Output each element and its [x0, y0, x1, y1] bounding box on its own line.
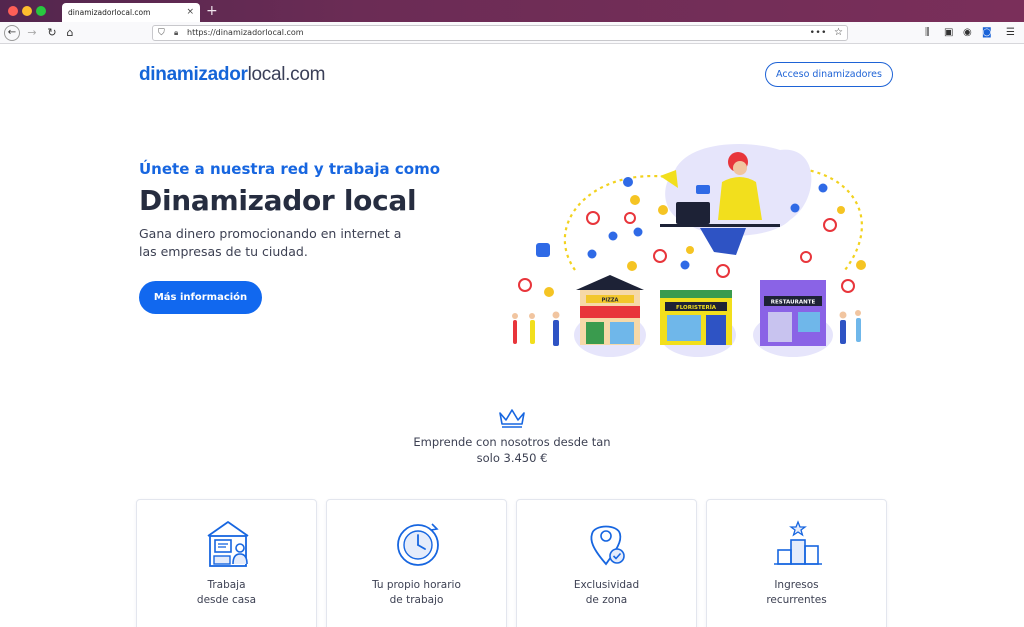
new-tab-button[interactable]: +	[206, 2, 218, 20]
hero-title: Dinamizador local	[139, 184, 417, 217]
feature-label-income: Ingresos recurrentes	[766, 579, 827, 606]
home-office-icon	[207, 521, 249, 567]
lock-icon[interactable]: 🔒︎	[174, 26, 178, 40]
window-close-button[interactable]	[8, 6, 18, 16]
back-arrow-icon[interactable]: ←	[4, 25, 20, 41]
podium-icon	[774, 520, 822, 565]
account-icon[interactable]: ◉	[963, 26, 972, 40]
sidebar-icon[interactable]: ▣	[944, 26, 953, 40]
logo-bold-text: dinamizador	[139, 64, 248, 85]
browser-tab[interactable]: dinamizadorlocal.com ×	[62, 3, 200, 22]
feature-card-income: Ingresos recurrentes	[706, 499, 887, 627]
pizza-shop-icon: PIZZA	[576, 275, 644, 345]
forward-arrow-icon[interactable]: →	[24, 25, 40, 41]
restaurant-icon: RESTAURANTE	[760, 280, 826, 346]
location-pin-icon	[590, 525, 625, 566]
clock-icon	[397, 523, 439, 566]
crown-icon	[499, 409, 525, 428]
site-logo[interactable]: dinamizadorlocal.com	[139, 62, 325, 87]
tab-title: dinamizadorlocal.com	[68, 8, 151, 17]
promo-text: Emprende con nosotros desde tan solo 3.4…	[413, 435, 611, 465]
florist-shop-icon: FLORISTERÍA	[660, 290, 732, 345]
menu-icon[interactable]: ☰	[1006, 26, 1015, 40]
hero-kicker: Únete a nuestra red y trabaja como	[139, 160, 441, 178]
logo-light-text: local.com	[247, 64, 326, 85]
feature-card-exclusivity: Exclusividad de zona	[516, 499, 697, 627]
feature-label-home: Trabaja desde casa	[196, 579, 257, 606]
hero-illustration: PIZZA FLORISTERÍA RESTAURANTE	[512, 144, 866, 357]
florist-sign: FLORISTERÍA	[676, 303, 717, 311]
pizza-sign: PIZZA	[602, 298, 619, 304]
feature-label-exclusivity: Exclusividad de zona	[573, 579, 640, 606]
tracking-shield-icon[interactable]: ⛉	[158, 26, 165, 40]
window-zoom-button[interactable]	[36, 6, 46, 16]
url-text[interactable]: https://dinamizadorlocal.com	[187, 26, 304, 40]
page-actions-icon[interactable]: •••	[810, 26, 827, 40]
window-minimize-button[interactable]	[22, 6, 32, 16]
more-info-button[interactable]: Más información	[139, 281, 262, 314]
feature-label-schedule: Tu propio horario de trabajo	[372, 579, 461, 606]
hero-subtitle: Gana dinero promocionando en internet a …	[139, 226, 402, 259]
browser-toolbar: ← → ↻ ⌂ ⛉ 🔒︎ https://dinamizadorlocal.co…	[0, 22, 1024, 44]
access-dinamizadores-button[interactable]: Acceso dinamizadores	[765, 62, 893, 87]
address-bar[interactable]: ⛉ 🔒︎ https://dinamizadorlocal.com ••• ☆	[152, 25, 848, 41]
screenshot-icon[interactable]: ◙	[982, 26, 992, 40]
reload-icon[interactable]: ↻	[44, 25, 60, 41]
feature-card-home: Trabaja desde casa	[136, 499, 317, 627]
browser-tab-bar: dinamizadorlocal.com × +	[0, 0, 1024, 22]
restaurant-sign: RESTAURANTE	[771, 300, 816, 306]
tab-close-icon[interactable]: ×	[186, 3, 194, 22]
library-icon[interactable]: ⫼	[925, 26, 930, 40]
feature-card-schedule: Tu propio horario de trabajo	[326, 499, 507, 627]
bookmark-star-icon[interactable]: ☆	[834, 26, 843, 40]
home-icon[interactable]: ⌂	[62, 25, 78, 41]
